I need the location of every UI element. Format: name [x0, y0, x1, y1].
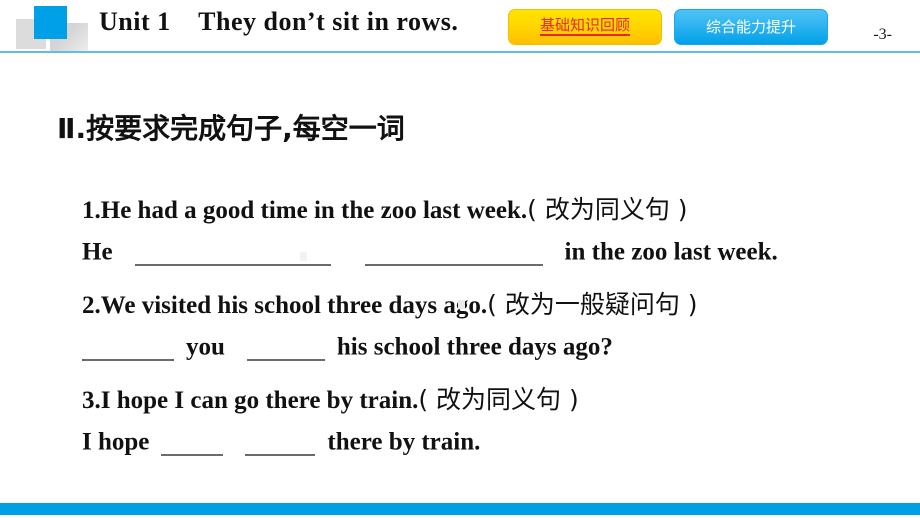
- slide-header: Unit 1 They don’t sit in rows. 基础知识回顾 综合…: [0, 0, 920, 53]
- decorative-artifact: [458, 300, 465, 309]
- logo-square-blue: [34, 6, 67, 39]
- decorative-artifact: [300, 252, 307, 261]
- section-heading: Ⅱ.按要求完成句子,每空一词: [57, 112, 405, 145]
- question-3-answer-pre: I hope: [82, 428, 150, 456]
- footer-accent-bar: [0, 503, 920, 515]
- question-3-answer-post: there by train.: [327, 428, 481, 456]
- page-title: Unit 1 They don’t sit in rows.: [99, 7, 459, 36]
- brand-logo-icon: [16, 4, 88, 52]
- slide-body: Ⅱ.按要求完成句子,每空一词 1.He had a good time in t…: [0, 52, 920, 492]
- page-number: -3-: [873, 26, 892, 43]
- question-3-blank-2[interactable]: [245, 428, 316, 457]
- tab-comprehensive-ability-label: 综合能力提升: [705, 17, 796, 36]
- tab-comprehensive-ability[interactable]: 综合能力提升: [674, 9, 828, 45]
- tab-basic-knowledge-review[interactable]: 基础知识回顾: [508, 9, 662, 45]
- question-3-answer-line: I hope there by train.: [57, 400, 480, 484]
- tab-basic-knowledge-review-label: 基础知识回顾: [539, 16, 630, 36]
- question-3-blank-1[interactable]: [161, 428, 224, 457]
